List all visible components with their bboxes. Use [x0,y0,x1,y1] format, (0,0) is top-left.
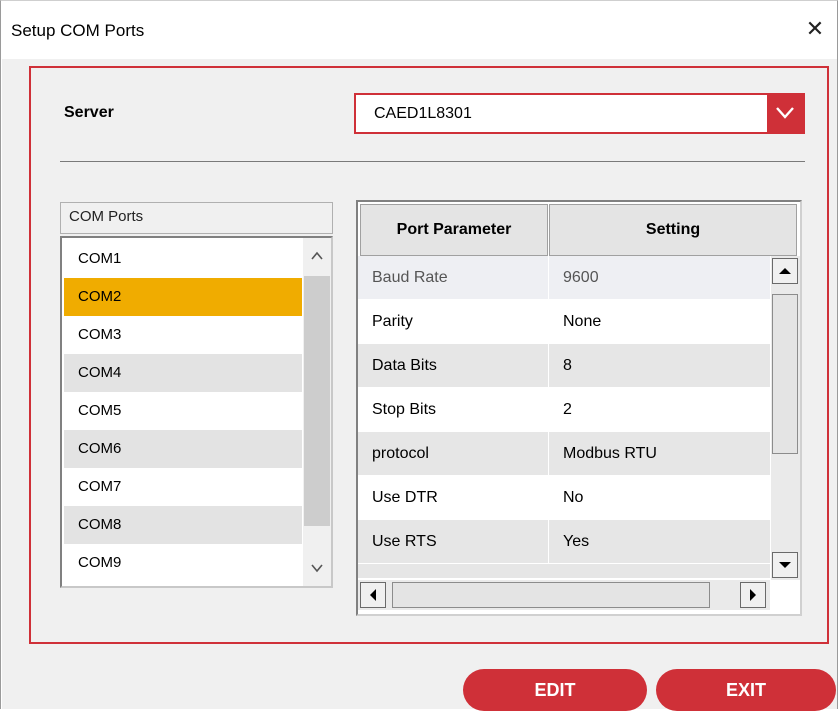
com-port-item[interactable]: COM9 [64,544,302,582]
section-divider [60,161,805,162]
grid-row-empty [358,564,770,578]
grid-scroll-down-button[interactable] [772,552,798,578]
grid-cell-parameter[interactable]: Parity [358,300,548,343]
com-port-item[interactable]: COM5 [64,392,302,430]
scroll-down-icon[interactable] [311,562,323,574]
server-dropdown-value: CAED1L8301 [374,105,472,122]
server-dropdown[interactable]: CAED1L8301 [354,93,805,134]
com-ports-list[interactable]: COM1 COM2 COM3 COM4 COM5 COM6 COM7 COM8 COM9 [60,236,333,588]
com-ports-scrollbar[interactable] [303,238,331,586]
column-header-setting[interactable]: Setting [549,204,797,256]
close-button[interactable]: ✕ [799,13,831,45]
grid-row[interactable]: Use RTS Yes [358,520,770,563]
com-port-item[interactable]: COM4 [64,354,302,392]
grid-scroll-right-button[interactable] [740,582,766,608]
grid-cell-setting[interactable]: Modbus RTU [549,432,769,475]
grid-row[interactable]: Stop Bits 2 [358,388,770,431]
com-port-item[interactable]: COM1 [64,240,302,278]
triangle-down-icon [779,562,791,568]
grid-cell-setting[interactable]: 2 [549,388,769,431]
server-label: Server [64,104,114,121]
com-port-item[interactable]: COM2 [64,278,302,316]
exit-button-label: EXIT [725,680,766,700]
grid-cell-parameter[interactable]: Use DTR [358,476,548,519]
grid-row[interactable]: Data Bits 8 [358,344,770,387]
grid-horizontal-scrollbar[interactable] [358,580,770,610]
grid-scroll-left-button[interactable] [360,582,386,608]
grid-vertical-scroll-thumb[interactable] [772,294,798,454]
grid-cell-parameter[interactable]: Use RTS [358,520,548,563]
com-ports-header: COM Ports [60,202,333,234]
grid-cell-parameter[interactable]: protocol [358,432,548,475]
grid-cell-parameter[interactable]: Stop Bits [358,388,548,431]
scroll-up-icon[interactable] [311,250,323,262]
grid-vertical-scrollbar[interactable] [771,256,800,580]
com-port-item[interactable]: COM8 [64,506,302,544]
com-port-item[interactable]: COM7 [64,468,302,506]
chevron-down-icon [776,107,794,119]
grid-cell-setting[interactable]: No [549,476,769,519]
triangle-right-icon [750,589,756,601]
grid-scroll-up-button[interactable] [772,258,798,284]
exit-button[interactable]: EXIT [656,669,836,711]
title-bar: Setup COM Ports ✕ [1,1,837,59]
grid-cell-parameter[interactable]: Baud Rate [358,256,548,299]
grid-row[interactable]: Parity None [358,300,770,343]
grid-cell-setting[interactable]: 8 [549,344,769,387]
triangle-up-icon [779,268,791,274]
grid-row[interactable]: Baud Rate 9600 [358,256,770,299]
com-port-item[interactable]: COM6 [64,430,302,468]
grid-row[interactable]: Use DTR No [358,476,770,519]
window-title: Setup COM Ports [11,21,145,40]
com-ports-scroll-thumb[interactable] [304,276,330,526]
column-header-port-parameter[interactable]: Port Parameter [360,204,548,256]
grid-row[interactable]: protocol Modbus RTU [358,432,770,475]
grid-cell-setting[interactable]: 9600 [549,256,769,299]
grid-cell-setting[interactable]: None [549,300,769,343]
dropdown-arrow-button[interactable] [767,95,803,132]
grid-horizontal-scroll-thumb[interactable] [392,582,710,608]
triangle-left-icon [370,589,376,601]
edit-button-label: EDIT [534,680,576,700]
close-icon: ✕ [805,16,825,41]
grid-cell-parameter[interactable]: Data Bits [358,344,548,387]
port-parameter-grid[interactable]: Port Parameter Setting Baud Rate 9600 Pari… [356,200,802,616]
edit-button[interactable]: EDIT [463,669,647,711]
com-port-item[interactable]: COM3 [64,316,302,354]
grid-cell-setting[interactable]: Yes [549,520,769,563]
grid-column-separator [548,256,549,566]
